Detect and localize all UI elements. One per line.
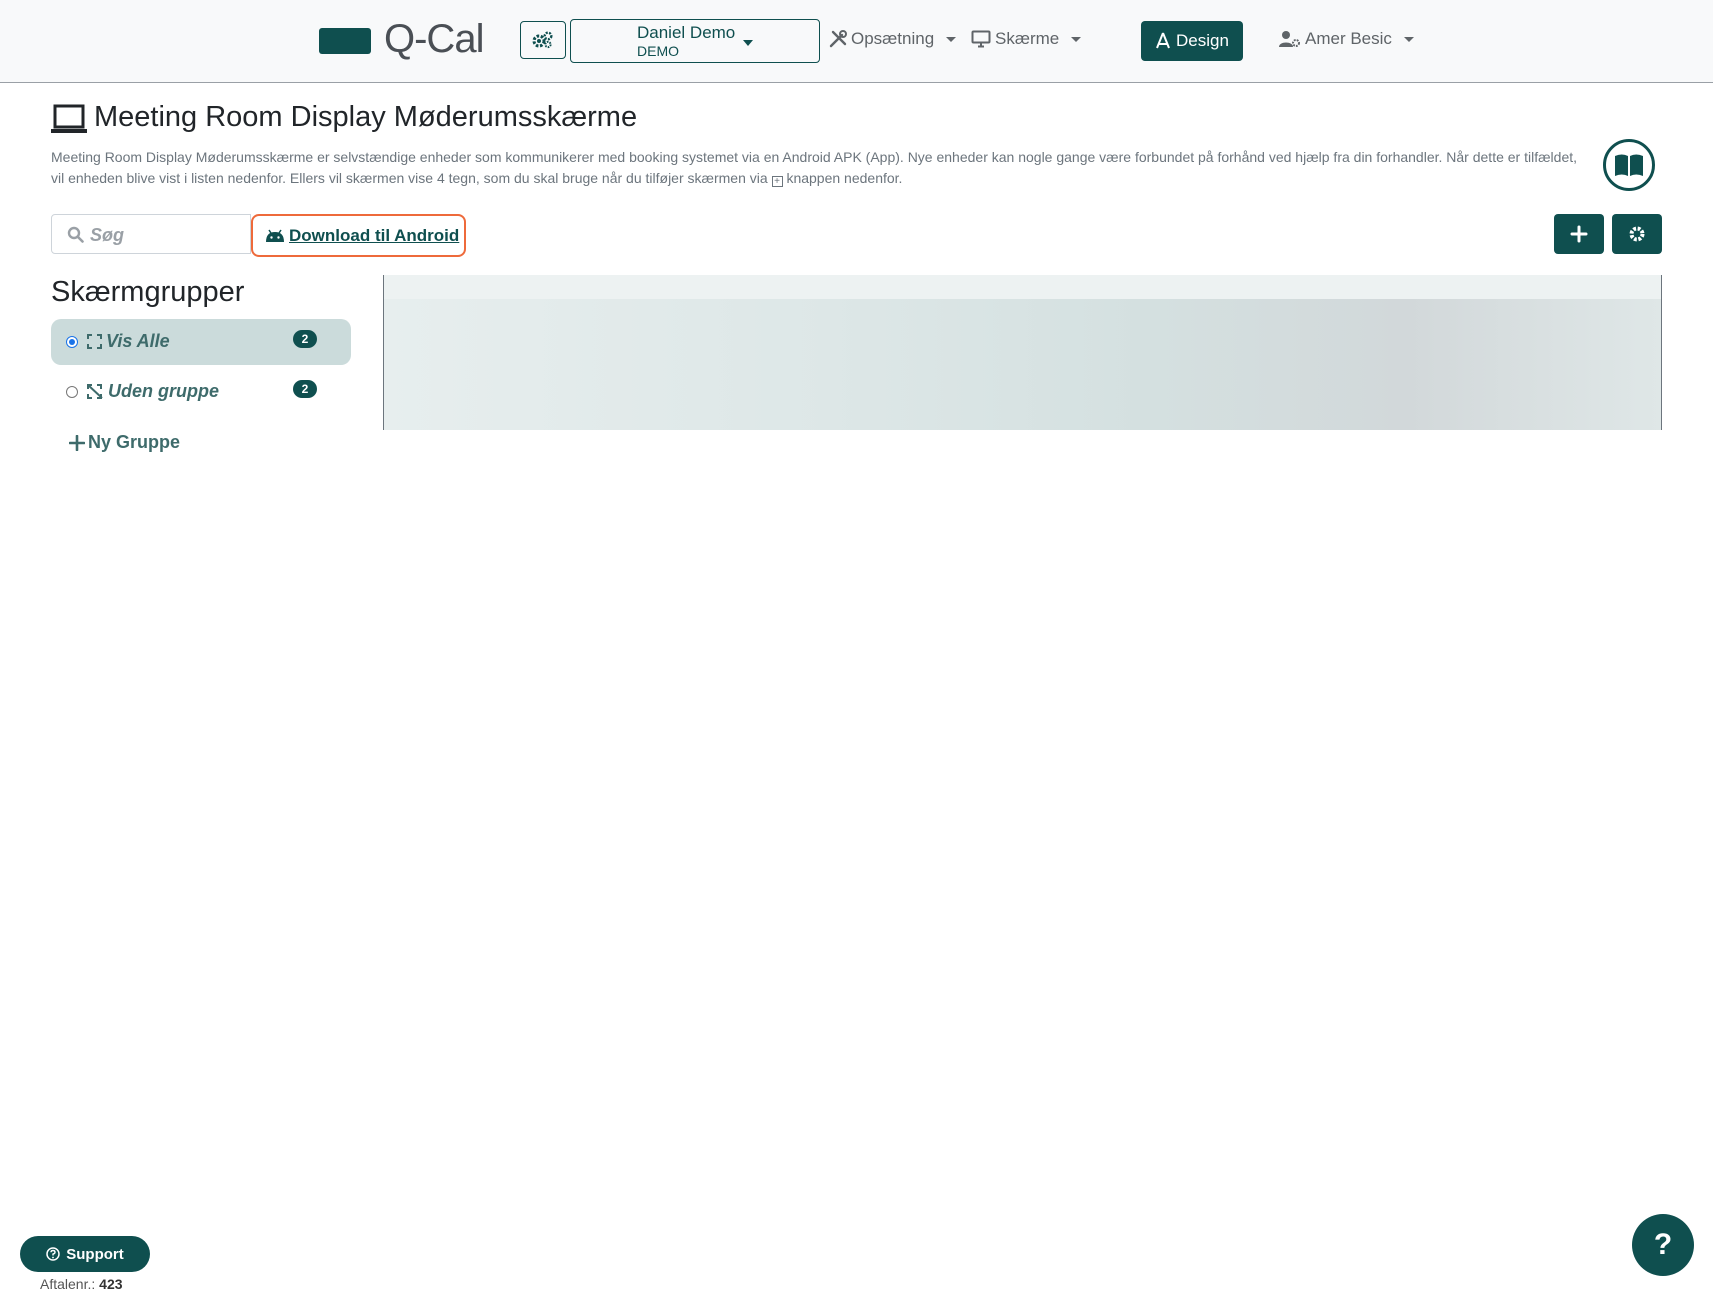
gear-icon <box>1629 226 1645 242</box>
help-button[interactable]: ? <box>1632 1214 1694 1276</box>
group-count-badge: 2 <box>293 380 317 398</box>
search-icon <box>67 226 84 243</box>
plus-icon <box>69 434 85 451</box>
plus-square-icon: + <box>771 176 783 187</box>
gears-icon <box>532 31 553 49</box>
tools-icon <box>829 30 847 48</box>
expand-icon <box>87 334 102 349</box>
user-gear-icon <box>1279 31 1300 47</box>
client-selector[interactable]: Daniel Demo DEMO <box>570 19 820 63</box>
chevron-down-icon <box>946 36 957 42</box>
settings-button[interactable] <box>520 21 566 59</box>
screens-list-header <box>384 275 1661 299</box>
group-label: Vis Alle <box>106 331 170 351</box>
chevron-down-icon <box>1403 36 1414 42</box>
nav-setup-label: Opsætning <box>851 29 935 48</box>
android-icon <box>266 229 284 242</box>
client-code: DEMO <box>637 43 679 59</box>
screen-settings-button[interactable] <box>1612 214 1662 254</box>
group-radio[interactable] <box>66 386 78 398</box>
screens-list-panel <box>383 275 1662 430</box>
agreement-value: 423 <box>99 1276 123 1292</box>
laptop-icon <box>51 104 87 133</box>
download-android-link[interactable]: Download til Android <box>251 214 466 257</box>
design-button-label: Design <box>1176 31 1229 50</box>
agreement-label: Aftalenr.: <box>40 1276 96 1292</box>
book-open-icon <box>1615 154 1643 176</box>
manual-button[interactable] <box>1603 139 1655 191</box>
client-name: Daniel Demo <box>637 23 736 42</box>
search-input[interactable] <box>88 215 247 255</box>
chevron-down-icon <box>1071 36 1082 42</box>
help-label: ? <box>1653 1228 1673 1261</box>
compass-drafting-icon <box>1156 32 1170 49</box>
plus-icon <box>1570 225 1588 243</box>
chevron-down-icon <box>743 40 753 46</box>
support-label: Support <box>66 1245 124 1263</box>
nav-screens-label: Skærme <box>995 29 1060 48</box>
group-radio[interactable] <box>66 336 78 348</box>
search-box <box>51 214 251 255</box>
nav-setup[interactable]: Opsætning <box>829 29 957 49</box>
group-item-ungrouped[interactable]: Uden gruppe 2 <box>51 369 351 415</box>
group-item-all[interactable]: Vis Alle 2 <box>51 319 351 365</box>
user-menu[interactable]: Amer Besic <box>1279 29 1414 49</box>
question-circle-icon <box>46 1247 60 1261</box>
group-label: Uden gruppe <box>108 381 219 401</box>
support-button[interactable]: Support <box>20 1236 150 1272</box>
brand-logo[interactable] <box>319 28 371 54</box>
agreement-number: Aftalenr.: 423 <box>40 1276 123 1292</box>
user-name: Amer Besic <box>1305 29 1392 48</box>
top-navbar: Q-Cal Daniel Demo DEMO Opsætning Skærme <box>0 0 1713 83</box>
page-title: Meeting Room Display Møderumsskærme <box>94 101 638 133</box>
group-count-badge: 2 <box>293 330 317 348</box>
brand-name[interactable]: Q-Cal <box>384 17 484 62</box>
design-button[interactable]: Design <box>1141 21 1243 61</box>
monitor-icon <box>971 30 991 48</box>
groups-heading: Skærmgrupper <box>51 276 245 308</box>
expand-slash-icon <box>87 384 103 399</box>
add-screen-button[interactable] <box>1554 214 1604 254</box>
download-android-label: Download til Android <box>289 225 460 245</box>
new-group-button[interactable]: Ny Gruppe <box>69 432 180 453</box>
nav-screens[interactable]: Skærme <box>971 29 1082 49</box>
new-group-label: Ny Gruppe <box>88 432 181 452</box>
description-text-end: knappen nedenfor. <box>786 170 903 186</box>
page-description: Meeting Room Display Møderumsskærme er s… <box>51 147 1591 189</box>
